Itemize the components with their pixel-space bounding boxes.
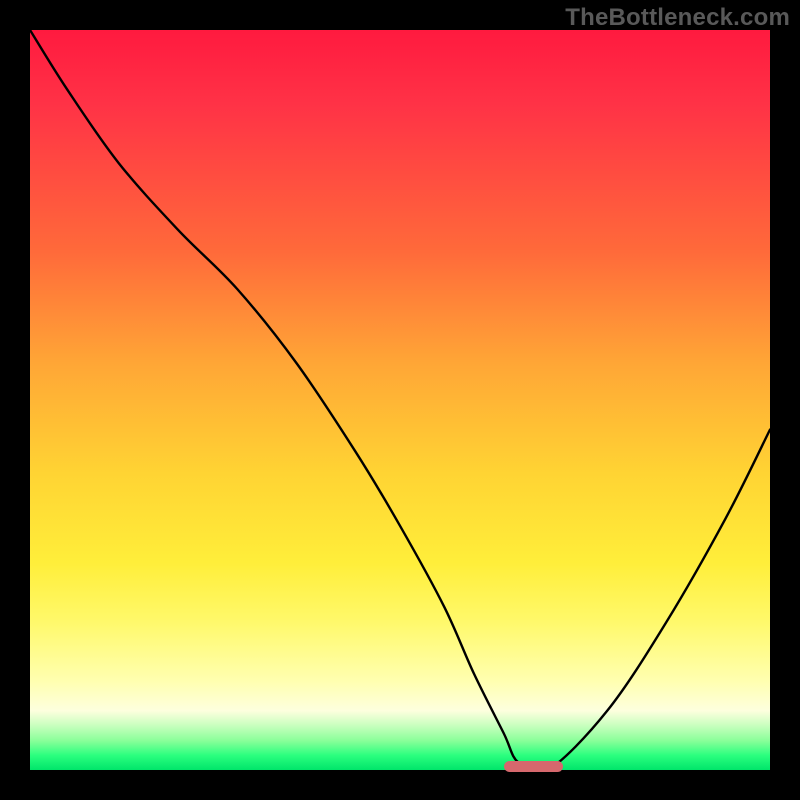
chart-frame: TheBottleneck.com [0,0,800,800]
site-watermark: TheBottleneck.com [565,4,790,32]
bottleneck-curve [30,30,770,770]
plot-area [30,30,770,770]
curve-path [30,30,770,773]
optimal-range-marker [504,761,563,772]
